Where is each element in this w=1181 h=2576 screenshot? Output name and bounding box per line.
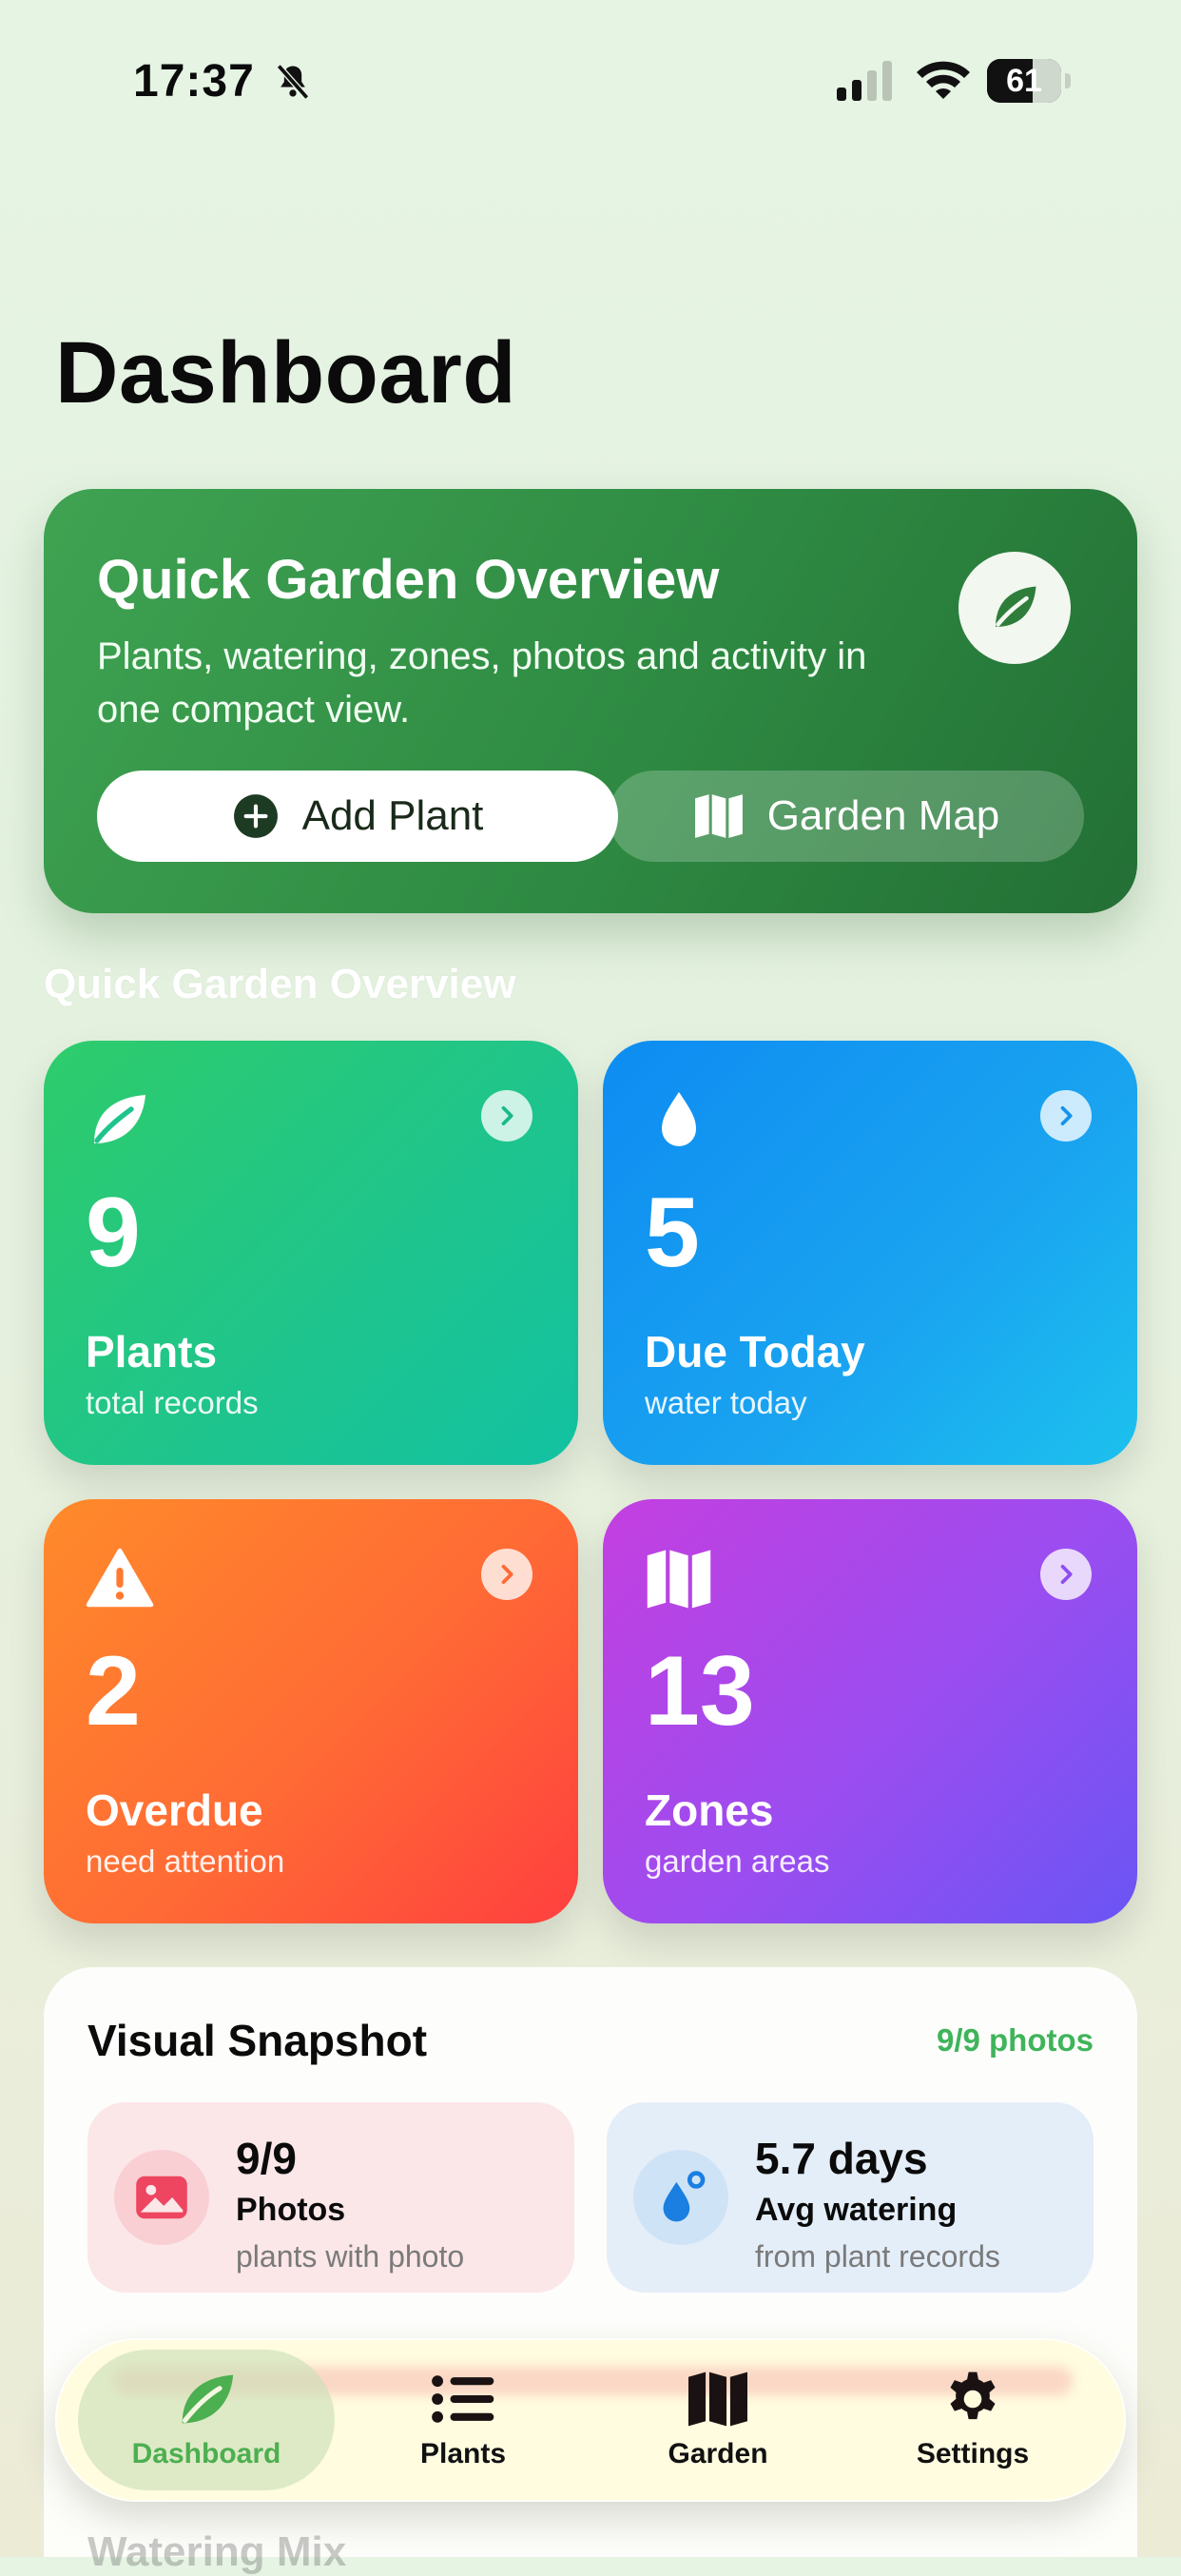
- signal-icon: [837, 61, 892, 101]
- photo-icon: [136, 2176, 187, 2219]
- add-plant-label: Add Plant: [301, 792, 484, 839]
- tab-garden[interactable]: Garden: [590, 2350, 846, 2490]
- page-title: Dashboard: [55, 324, 517, 421]
- photos-tile[interactable]: 9/9 Photos plants with photo: [87, 2102, 574, 2293]
- map-icon: [647, 1550, 711, 1609]
- hero-subtitle: Plants, watering, zones, photos and acti…: [97, 635, 867, 731]
- plants-sub: total records: [86, 1385, 259, 1420]
- watering-label: Avg watering: [755, 2192, 958, 2228]
- overdue-count: 2: [86, 1636, 141, 1747]
- snapshot-photo-count: 9/9 photos: [936, 2022, 1094, 2058]
- leaf-icon: [182, 2374, 234, 2424]
- plants-count: 9: [86, 1178, 141, 1288]
- due-today-label: Due Today: [645, 1327, 865, 1376]
- chevron-right-icon: [481, 1549, 532, 1600]
- zones-stat-card[interactable]: 13 Zones garden areas: [603, 1499, 1137, 1923]
- bell-slash-icon: [276, 64, 310, 100]
- zones-sub: garden areas: [645, 1844, 830, 1879]
- tab-plants[interactable]: Plants: [335, 2350, 591, 2490]
- tab-dashboard[interactable]: Dashboard: [78, 2350, 335, 2490]
- garden-map-label: Garden Map: [766, 792, 1000, 839]
- list-icon: [432, 2375, 494, 2423]
- tab-label: Dashboard: [131, 2438, 281, 2469]
- overdue-label: Overdue: [86, 1786, 263, 1835]
- warning-icon: [86, 1548, 154, 1608]
- chevron-right-icon: [1040, 1090, 1092, 1142]
- overdue-stat-card[interactable]: 2 Overdue need attention: [44, 1499, 578, 1923]
- plants-stat-card[interactable]: 9 Plants total records: [44, 1041, 578, 1465]
- photos-value: 9/9: [236, 2134, 297, 2183]
- hero-leaf-badge: [958, 552, 1071, 664]
- photo-badge: [114, 2150, 209, 2245]
- snapshot-title: Visual Snapshot: [87, 2016, 428, 2065]
- chevron-right-icon: [481, 1090, 532, 1142]
- status-time: 17:37: [133, 56, 255, 107]
- plants-label: Plants: [86, 1327, 218, 1376]
- chevron-right-icon: [1040, 1549, 1092, 1600]
- tab-settings[interactable]: Settings: [844, 2350, 1101, 2490]
- watering-badge: [633, 2150, 728, 2245]
- map-icon: [688, 2371, 747, 2427]
- hero-title: Quick Garden Overview: [97, 549, 720, 611]
- battery-indicator: 61: [987, 59, 1071, 103]
- leaf-icon: [996, 586, 1036, 627]
- garden-map-button[interactable]: Garden Map: [609, 771, 1084, 862]
- zones-label: Zones: [645, 1786, 774, 1835]
- watering-tile[interactable]: 5.7 days Avg watering from plant records: [607, 2102, 1094, 2293]
- tab-label: Plants: [419, 2438, 507, 2469]
- plus-circle-icon: [233, 794, 278, 838]
- battery-percent: 61: [1006, 63, 1042, 99]
- tab-bar: Dashboard Plants Garden Settings: [55, 2338, 1126, 2502]
- hero-card: Quick Garden Overview Plants, watering, …: [44, 489, 1137, 913]
- add-plant-button[interactable]: Add Plant: [97, 771, 618, 862]
- water-drops-icon: [663, 2171, 706, 2222]
- overdue-sub: need attention: [86, 1844, 285, 1879]
- photos-sub: plants with photo: [236, 2239, 465, 2274]
- due-today-stat-card[interactable]: 5 Due Today water today: [603, 1041, 1137, 1465]
- leaf-icon: [94, 1095, 145, 1143]
- gear-icon: [950, 2371, 996, 2420]
- due-today-sub: water today: [645, 1385, 807, 1420]
- zones-count: 13: [645, 1636, 755, 1747]
- tab-label: Settings: [916, 2438, 1030, 2469]
- wifi-icon: [917, 61, 970, 99]
- due-today-count: 5: [645, 1178, 700, 1288]
- water-drop-icon: [662, 1092, 696, 1146]
- tab-label: Garden: [668, 2438, 768, 2469]
- map-icon: [694, 794, 743, 838]
- photos-label: Photos: [236, 2192, 346, 2228]
- watering-value: 5.7 days: [755, 2134, 928, 2183]
- watering-sub: from plant records: [755, 2239, 1000, 2274]
- section-label: Quick Garden Overview: [44, 961, 516, 1007]
- watering-mix-heading: Watering Mix: [87, 2528, 347, 2575]
